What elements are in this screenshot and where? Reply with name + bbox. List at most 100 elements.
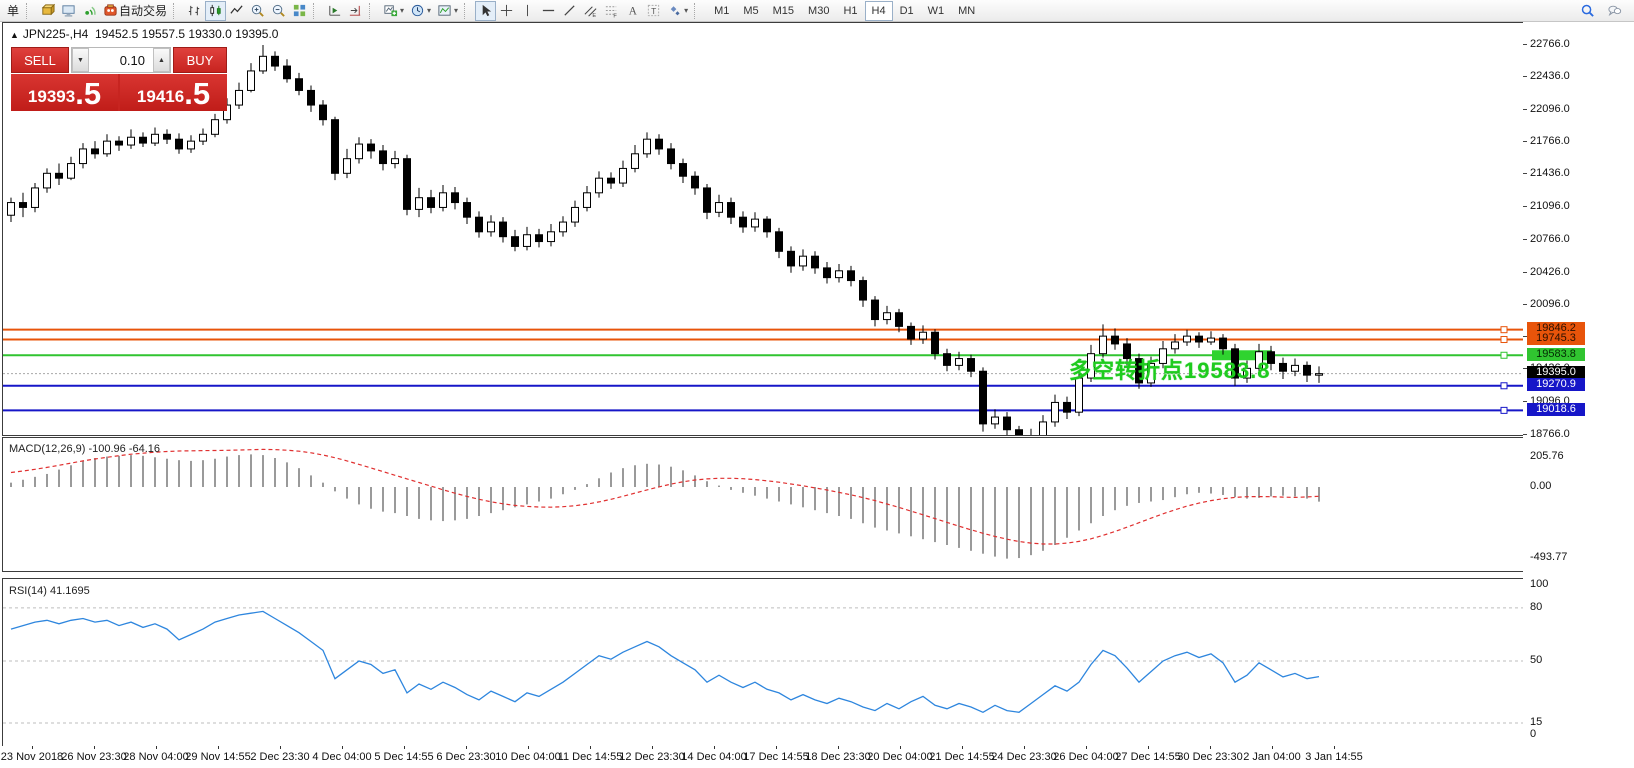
- candle-body: [44, 173, 51, 188]
- crosshair-button[interactable]: [496, 1, 517, 21]
- candle-body: [428, 198, 435, 208]
- time-axis[interactable]: 23 Nov 201826 Nov 23:3028 Nov 04:0029 No…: [2, 746, 1524, 768]
- chat-button[interactable]: [1604, 1, 1625, 21]
- volume-down-icon[interactable]: ▼: [72, 48, 89, 72]
- candle-body: [1112, 336, 1119, 344]
- candle-body: [20, 203, 27, 208]
- candlestick-chart-button[interactable]: [205, 1, 226, 21]
- time-tick: [962, 746, 963, 749]
- search-button[interactable]: [1577, 1, 1598, 21]
- arrows-button[interactable]: ▾: [664, 1, 691, 21]
- horizontal-line-button[interactable]: [538, 1, 559, 21]
- candle-body: [944, 354, 951, 366]
- timeframe-h1[interactable]: H1: [836, 1, 864, 21]
- chart-canvas[interactable]: ▲JPN225-,H4 19452.5 19557.5 19330.0 1939…: [2, 22, 1524, 747]
- chat-icon: [1607, 3, 1622, 18]
- pane-separator[interactable]: [2, 571, 1524, 579]
- candle-body: [476, 217, 483, 232]
- candle-body: [548, 232, 555, 242]
- price-level-badge: 19018.6: [1527, 403, 1585, 416]
- buy-price[interactable]: 19416.5: [120, 74, 227, 111]
- timeframe-m1[interactable]: M1: [707, 1, 736, 21]
- auto-scroll-button[interactable]: [324, 1, 345, 21]
- level-marker: [1501, 327, 1507, 333]
- macd-scale-label: 205.76: [1530, 450, 1564, 462]
- candle-body: [272, 56, 279, 66]
- periods-button[interactable]: ▾: [407, 1, 434, 21]
- volume-up-icon[interactable]: ▲: [153, 48, 170, 72]
- candle-body: [716, 203, 723, 213]
- candle-body: [644, 139, 651, 154]
- vertical-line-button[interactable]: [517, 1, 538, 21]
- bar-chart-button[interactable]: [184, 1, 205, 21]
- new-order-button[interactable]: 单: [3, 1, 23, 21]
- candle-body: [524, 235, 531, 247]
- timeframe-d1[interactable]: D1: [893, 1, 921, 21]
- templates-button[interactable]: ▾: [434, 1, 461, 21]
- text-button[interactable]: A: [622, 1, 643, 21]
- zoom-in-icon: [250, 3, 265, 18]
- zoom-in-button[interactable]: [247, 1, 268, 21]
- time-tick: [156, 746, 157, 749]
- price-axis[interactable]: 22766.022436.022096.021766.021436.021096…: [1523, 22, 1634, 746]
- chart-shift-button[interactable]: [345, 1, 366, 21]
- candle-body: [152, 134, 159, 143]
- zoom-out-button[interactable]: [268, 1, 289, 21]
- candle-body: [8, 203, 15, 216]
- macd-label: MACD(12,26,9) -100.96 -64.16: [9, 443, 160, 455]
- candle-body: [572, 207, 579, 222]
- auto-trading-button[interactable]: 自动交易: [100, 1, 170, 21]
- price-tick: [1523, 173, 1527, 174]
- chart-collapse-icon[interactable]: ▲: [10, 30, 19, 40]
- candle-body: [1196, 336, 1203, 342]
- line-chart-button[interactable]: [226, 1, 247, 21]
- timeframe-m5[interactable]: M5: [736, 1, 765, 21]
- macd-pane[interactable]: [3, 437, 1523, 571]
- candle-body: [1040, 422, 1047, 435]
- sell-price[interactable]: 19393.5: [11, 74, 118, 111]
- candle-body: [188, 141, 195, 149]
- svg-text:A: A: [629, 6, 638, 18]
- tile-windows-button[interactable]: [289, 1, 310, 21]
- time-tick: [280, 746, 281, 749]
- new-chart-dropdown-icon[interactable]: ▾: [400, 6, 404, 15]
- arrows-dropdown-icon[interactable]: ▾: [684, 6, 688, 15]
- candle-body: [908, 326, 915, 339]
- time-tick-label: 3 Jan 14:55: [1289, 751, 1379, 763]
- price-tick-label: 18766.0: [1530, 428, 1570, 440]
- price-tick-label: 22096.0: [1530, 103, 1570, 115]
- buy-button[interactable]: BUY: [173, 47, 227, 73]
- timeframe-m15[interactable]: M15: [766, 1, 801, 21]
- timeframe-h4[interactable]: H4: [865, 1, 893, 21]
- macd-scale-label: -493.77: [1530, 551, 1567, 563]
- level-marker: [1501, 337, 1507, 343]
- candle-body: [872, 300, 879, 320]
- new-chart-button[interactable]: ▾: [380, 1, 407, 21]
- timeframe-w1[interactable]: W1: [921, 1, 952, 21]
- data-window-icon: [61, 3, 76, 18]
- price-tick-label: 22436.0: [1530, 70, 1570, 82]
- vertical-line-icon: [520, 3, 535, 18]
- candle-body: [848, 271, 855, 281]
- cursor-button[interactable]: [475, 1, 496, 21]
- price-chart[interactable]: [3, 23, 1523, 435]
- periods-dropdown-icon[interactable]: ▾: [427, 6, 431, 15]
- trendline-button[interactable]: [559, 1, 580, 21]
- templates-dropdown-icon[interactable]: ▾: [454, 6, 458, 15]
- market-watch-button[interactable]: [37, 1, 58, 21]
- sell-price-int: 19393: [28, 85, 75, 109]
- auto-scroll-icon: [327, 3, 342, 18]
- price-level-badge: 19745.3: [1527, 332, 1585, 345]
- timeframe-m30[interactable]: M30: [801, 1, 836, 21]
- signals-button[interactable]: [79, 1, 100, 21]
- candle-body: [164, 134, 171, 139]
- data-window-button[interactable]: [58, 1, 79, 21]
- text-label-button[interactable]: T: [643, 1, 664, 21]
- sell-button[interactable]: SELL: [11, 47, 69, 73]
- timeframe-mn[interactable]: MN: [951, 1, 982, 21]
- candle-body: [1280, 363, 1287, 371]
- fibonacci-button[interactable]: F: [601, 1, 622, 21]
- volume-field[interactable]: 0.10: [89, 48, 153, 72]
- rsi-pane[interactable]: [3, 579, 1523, 746]
- equidistant-channel-button[interactable]: E: [580, 1, 601, 21]
